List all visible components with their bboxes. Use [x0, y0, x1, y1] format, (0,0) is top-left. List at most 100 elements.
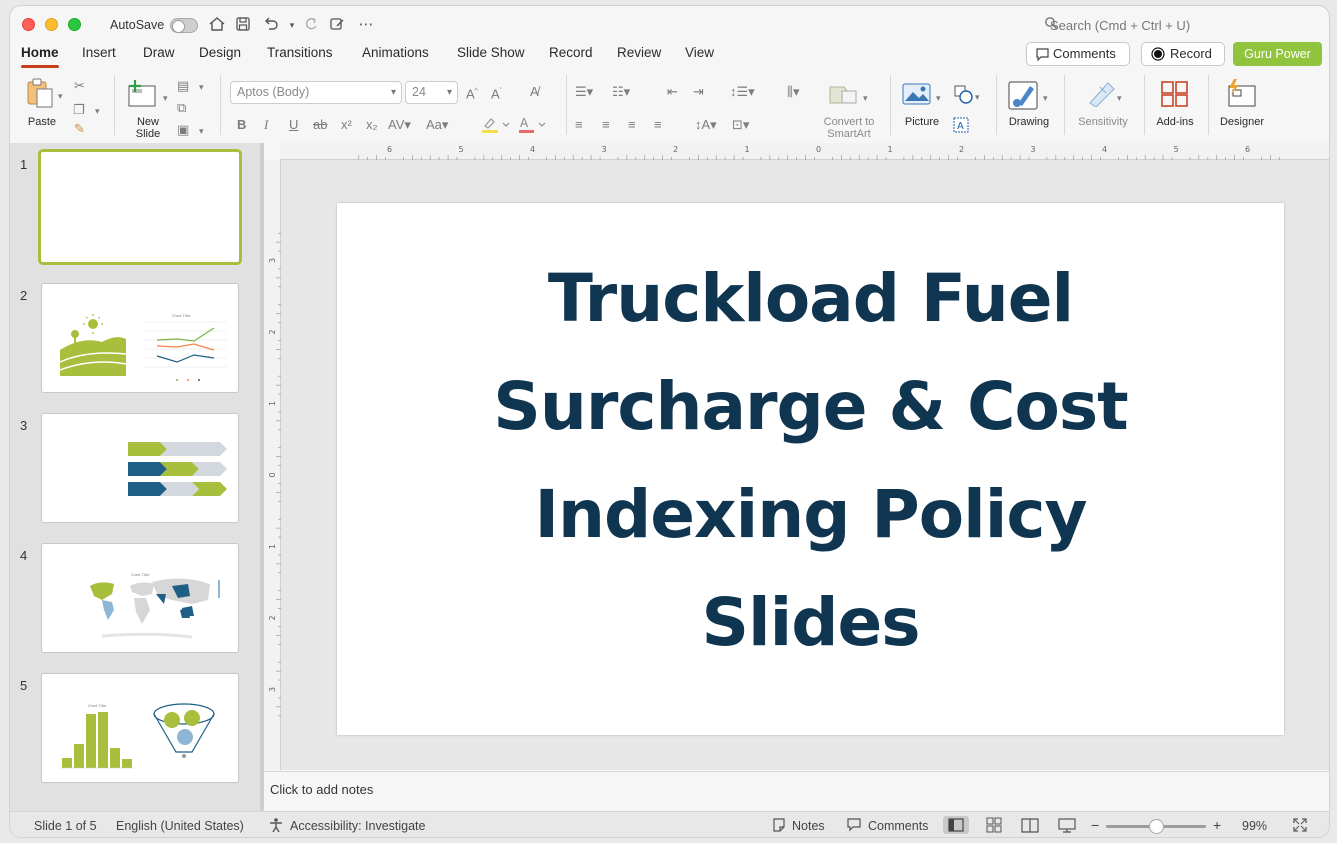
zoom-slider-handle[interactable] [1149, 819, 1164, 834]
more-options-icon[interactable]: ⋯ [356, 15, 376, 35]
decrease-indent-icon[interactable]: ⇤ [667, 85, 678, 99]
highlight-icon[interactable] [481, 116, 511, 134]
language-indicator[interactable]: English (United States) [116, 819, 244, 833]
slide-thumbnail-4[interactable]: Chart Title [41, 543, 239, 653]
minimize-window-button[interactable] [45, 18, 58, 31]
reset-slide-icon[interactable]: ⧉ [177, 101, 186, 115]
bullets-icon[interactable]: ☰▾ [575, 85, 593, 99]
tab-transitions[interactable]: Transitions [267, 44, 333, 62]
search-input[interactable]: Search (Cmd + Ctrl + U) [1050, 18, 1190, 33]
redo-icon[interactable] [302, 15, 322, 35]
justify-icon[interactable]: ≡ [654, 118, 662, 132]
notes-pane[interactable]: Click to add notes [264, 771, 1329, 811]
numbering-icon[interactable]: ☷▾ [612, 85, 630, 99]
clear-formatting-icon[interactable]: A̸ [530, 85, 539, 99]
undo-icon[interactable] [262, 15, 282, 35]
slide-thumbnail-2[interactable]: Chart Title [41, 283, 239, 393]
close-window-button[interactable] [22, 18, 35, 31]
sensitivity-icon[interactable] [1086, 79, 1116, 107]
new-slide-icon[interactable] [127, 80, 157, 108]
text-direction-icon[interactable]: ↕A▾ [695, 118, 717, 132]
smartart-dropdown-icon[interactable]: ▾ [863, 91, 868, 105]
align-center-icon[interactable]: ≡ [602, 118, 610, 132]
align-right-icon[interactable]: ≡ [628, 118, 636, 132]
record-button[interactable]: Record [1141, 42, 1225, 66]
autosave-toggle[interactable] [170, 18, 198, 33]
drawing-dropdown-icon[interactable]: ▾ [1043, 91, 1048, 105]
format-painter-icon[interactable]: ✎ [74, 122, 85, 136]
shapes-dropdown-icon[interactable]: ▾ [975, 90, 980, 104]
guru-power-button[interactable]: Guru Power [1233, 42, 1322, 66]
comments-button[interactable]: Comments [1026, 42, 1130, 66]
cut-icon[interactable]: ✂ [74, 79, 85, 93]
font-name-select[interactable]: Aptos (Body) ▾ [230, 81, 402, 104]
zoom-window-button[interactable] [68, 18, 81, 31]
paste-dropdown-icon[interactable]: ▾ [58, 89, 63, 103]
layout-icon[interactable]: ▤ [177, 79, 189, 93]
slide-thumbnail-panel: 1 2 Chart Title 3 4 Chart Title 5 Chart … [10, 143, 260, 811]
slide-thumbnail-5[interactable]: Chart Title [41, 673, 239, 783]
tab-animations[interactable]: Animations [362, 44, 429, 62]
strikethrough-icon[interactable]: ab [313, 118, 327, 132]
bold-icon[interactable]: B [237, 118, 246, 132]
tab-slide-show[interactable]: Slide Show [457, 44, 525, 62]
paste-icon[interactable] [25, 77, 55, 109]
superscript-icon[interactable]: x² [341, 118, 352, 132]
copy-icon[interactable]: ❐ [73, 103, 85, 117]
fit-to-window-icon[interactable] [1292, 817, 1308, 833]
line-spacing-icon[interactable]: ↕☰▾ [730, 85, 755, 99]
character-spacing-icon[interactable]: AV▾ [388, 118, 411, 132]
smartart-icon[interactable] [828, 83, 858, 107]
font-color-icon[interactable]: A [518, 116, 548, 134]
home-icon[interactable] [208, 15, 228, 35]
zoom-level[interactable]: 99% [1242, 819, 1267, 833]
layout-dropdown-icon[interactable]: ▾ [199, 80, 204, 94]
save-icon[interactable] [234, 15, 254, 35]
align-left-icon[interactable]: ≡ [575, 118, 583, 132]
undo-dropdown-icon[interactable]: ▾ [282, 15, 302, 35]
slide-sorter-view-icon[interactable] [981, 816, 1007, 834]
zoom-in-button[interactable]: + [1213, 817, 1221, 833]
picture-dropdown-icon[interactable]: ▾ [936, 91, 941, 105]
align-text-icon[interactable]: ⊡▾ [732, 118, 749, 132]
tab-insert[interactable]: Insert [82, 44, 116, 62]
section-icon[interactable]: ▣ [177, 123, 189, 137]
slide-thumbnail-3[interactable] [41, 413, 239, 523]
tab-design[interactable]: Design [199, 44, 241, 62]
edit-document-icon[interactable] [328, 15, 348, 35]
slide-show-view-icon[interactable] [1054, 816, 1080, 834]
current-slide[interactable]: Truckload Fuel Surcharge & Cost Indexing… [337, 203, 1284, 735]
tab-home[interactable]: Home [21, 44, 59, 68]
shapes-icon[interactable] [953, 84, 973, 104]
copy-dropdown-icon[interactable]: ▾ [95, 104, 100, 118]
slide-title-textbox[interactable]: Truckload Fuel Surcharge & Cost Indexing… [437, 245, 1184, 677]
increase-font-size-icon[interactable]: A^ [466, 85, 478, 101]
normal-view-icon[interactable] [943, 816, 969, 834]
columns-icon[interactable]: ⫼▾ [787, 85, 800, 99]
tab-draw[interactable]: Draw [143, 44, 175, 62]
slide-thumbnail-1[interactable] [38, 149, 242, 265]
picture-icon[interactable] [902, 82, 932, 106]
drawing-icon[interactable] [1008, 80, 1040, 110]
notes-toggle[interactable]: Notes [792, 819, 825, 833]
tab-review[interactable]: Review [617, 44, 661, 62]
new-slide-dropdown-icon[interactable]: ▾ [163, 91, 168, 105]
underline-icon[interactable]: U [289, 118, 298, 132]
section-dropdown-icon[interactable]: ▾ [199, 124, 204, 138]
comments-toggle[interactable]: Comments [868, 819, 928, 833]
font-size-select[interactable]: 24 ▾ [405, 81, 458, 104]
tab-view[interactable]: View [685, 44, 714, 62]
add-ins-icon[interactable] [1160, 80, 1190, 108]
tab-record[interactable]: Record [549, 44, 593, 62]
accessibility-status[interactable]: Accessibility: Investigate [290, 819, 425, 833]
decrease-font-size-icon[interactable]: Aˇ [491, 85, 502, 101]
designer-icon[interactable] [1225, 79, 1257, 109]
sensitivity-dropdown-icon[interactable]: ▾ [1117, 91, 1122, 105]
zoom-out-button[interactable]: − [1091, 817, 1099, 833]
italic-icon[interactable]: I [264, 118, 268, 132]
increase-indent-icon[interactable]: ⇥ [693, 85, 704, 99]
subscript-icon[interactable]: x₂ [366, 118, 378, 132]
reading-view-icon[interactable] [1017, 816, 1043, 834]
change-case-icon[interactable]: Aa▾ [426, 118, 448, 132]
text-box-icon[interactable]: A [953, 117, 969, 133]
